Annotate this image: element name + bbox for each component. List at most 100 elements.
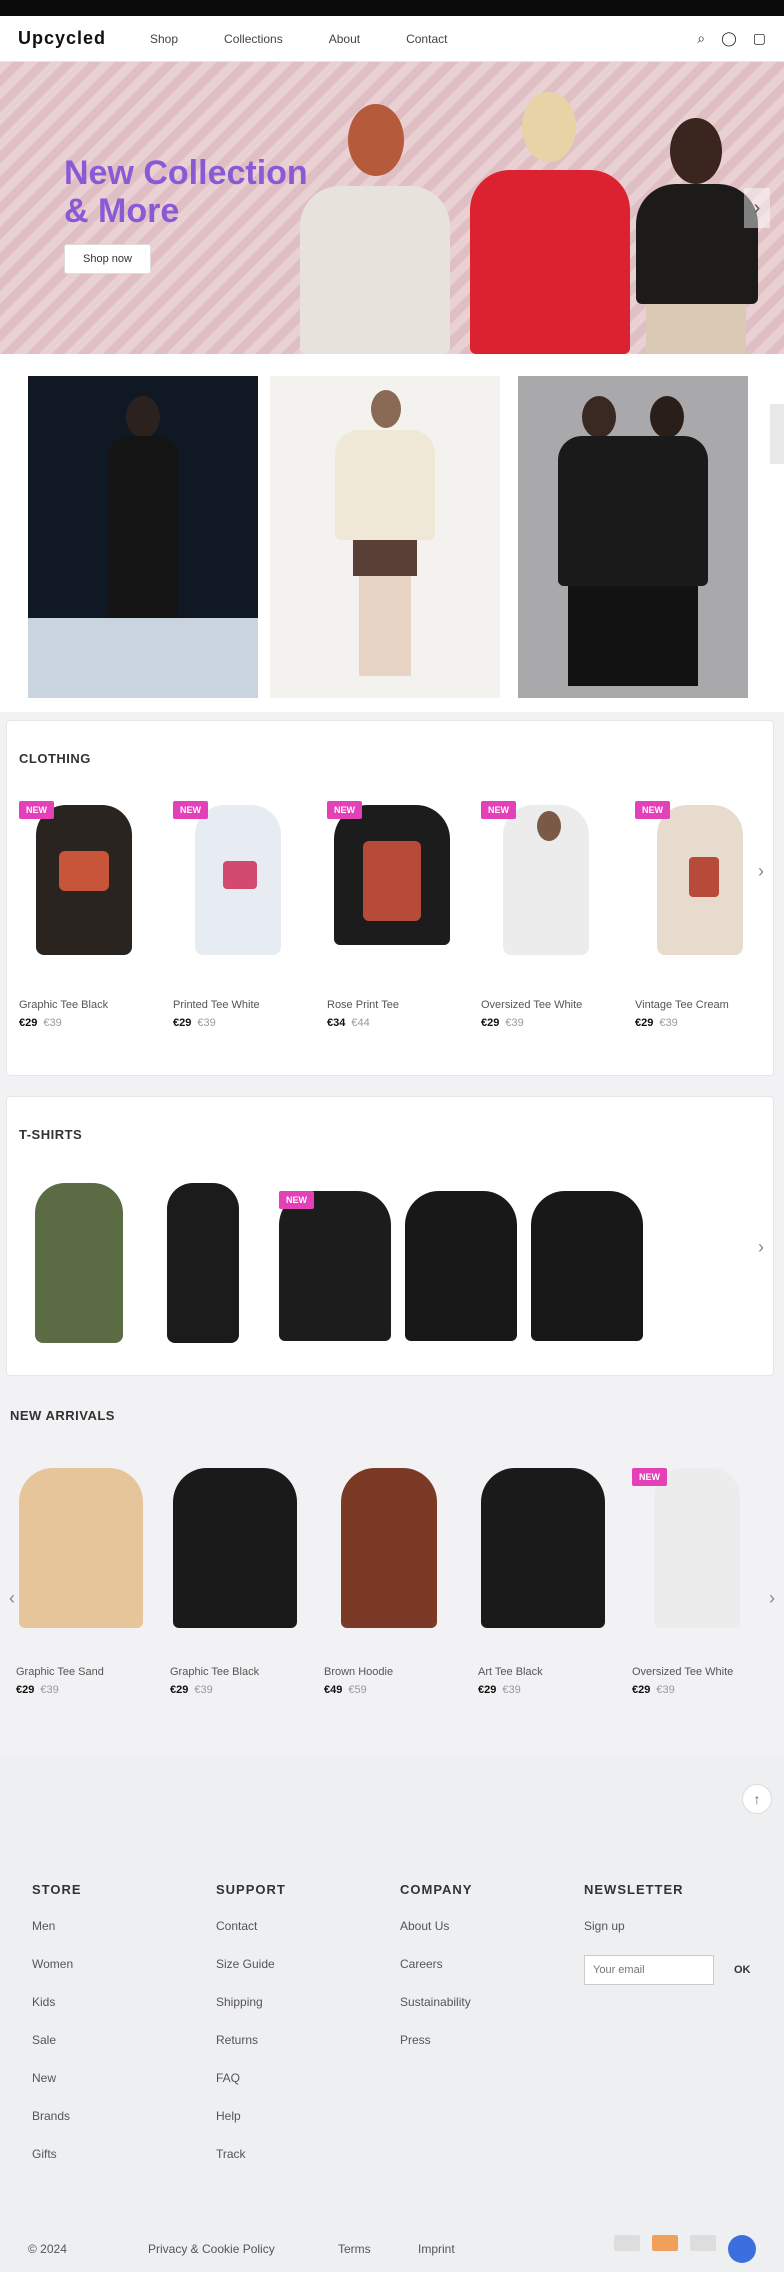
chat-icon[interactable] — [728, 2235, 756, 2263]
nav-link-about[interactable]: About — [329, 32, 360, 46]
category-card-1[interactable] — [28, 376, 258, 698]
chevron-right-icon[interactable]: › — [751, 1237, 771, 1257]
footer-link[interactable]: Gifts — [32, 2145, 82, 2183]
section-new-arrivals: NEW ARRIVALS ‹ Graphic Tee Sand €29 €39 G… — [0, 1408, 784, 1748]
section-title-clothing: CLOTHING — [19, 751, 91, 766]
section-title-new-arrivals: NEW ARRIVALS — [10, 1408, 115, 1423]
product-name[interactable]: Oversized Tee White — [481, 999, 611, 1011]
search-icon[interactable]: ⌕ — [697, 30, 705, 47]
product-name[interactable]: Graphic Tee Black — [170, 1666, 300, 1678]
payment-icon — [614, 2235, 640, 2251]
product-card[interactable]: Graphic Tee Sand €29 €39 — [16, 1468, 146, 1696]
product-name[interactable]: Brown Hoodie — [324, 1666, 454, 1678]
product-price: €49 €59 — [324, 1684, 367, 1696]
product-thumb[interactable] — [167, 1183, 239, 1343]
cart-icon[interactable]: ▢ — [753, 30, 766, 47]
payment-icon — [690, 2235, 716, 2251]
newsletter-text: Sign up — [584, 1919, 625, 1933]
product-name[interactable]: Graphic Tee Sand — [16, 1666, 146, 1678]
footer-col-support: SUPPORT Contact Size Guide Shipping Retu… — [216, 1882, 286, 2183]
product-name[interactable]: Rose Print Tee — [327, 999, 457, 1011]
footer-link[interactable]: Sale — [32, 2031, 82, 2069]
section-title-tshirts: T-SHIRTS — [19, 1127, 83, 1142]
footer-link[interactable]: Sustainability — [400, 1993, 472, 2031]
newsletter-submit-button[interactable]: OK — [734, 1964, 751, 1976]
footer-link[interactable]: Track — [216, 2145, 286, 2183]
terms-link[interactable]: Terms — [338, 2242, 418, 2256]
product-card[interactable]: NEW Vintage Tee Cream €29 €39 — [635, 801, 765, 1029]
chevron-right-icon[interactable]: › — [762, 1588, 782, 1608]
newsletter-email-input[interactable] — [584, 1955, 714, 1985]
site-logo[interactable]: Upcycled — [18, 28, 110, 49]
product-card[interactable]: NEW Oversized Tee White €29 €39 — [481, 801, 611, 1029]
footer-heading: STORE — [32, 1882, 82, 1897]
product-card[interactable]: NEW Printed Tee White €29 €39 — [173, 801, 303, 1029]
product-price: €29 €39 — [16, 1684, 59, 1696]
footer-link[interactable]: Men — [32, 1917, 82, 1955]
product-price: €29 €39 — [170, 1684, 213, 1696]
product-name[interactable]: Oversized Tee White — [632, 1666, 762, 1678]
footer-link[interactable]: Kids — [32, 1993, 82, 2031]
carousel-edge-next[interactable] — [770, 404, 784, 464]
product-price: €29 €39 — [635, 1017, 678, 1029]
product-thumb[interactable] — [531, 1191, 643, 1341]
footer-link[interactable]: Returns — [216, 2031, 286, 2069]
nav-link-collections[interactable]: Collections — [224, 32, 283, 46]
scroll-top-icon[interactable]: ↑ — [742, 1784, 772, 1814]
footer-link[interactable]: Shipping — [216, 1993, 286, 2031]
product-name[interactable]: Graphic Tee Black — [19, 999, 149, 1011]
product-price: €29 €39 — [478, 1684, 521, 1696]
product-thumb[interactable] — [279, 1191, 391, 1341]
hero-model-red — [470, 74, 630, 354]
product-card[interactable]: NEW Rose Print Tee €34 €44 — [327, 801, 457, 1029]
footer-col-company: COMPANY About Us Careers Sustainability … — [400, 1882, 472, 2069]
user-icon[interactable]: ◯ — [721, 30, 737, 47]
imprint-link[interactable]: Imprint — [418, 2242, 528, 2256]
product-name[interactable]: Vintage Tee Cream — [635, 999, 765, 1011]
footer-link[interactable]: Contact — [216, 1917, 286, 1955]
new-badge: NEW — [279, 1191, 314, 1209]
footer-link[interactable]: About Us — [400, 1917, 472, 1955]
hero-model-cream — [300, 94, 450, 354]
footer-bottom-bar: © 2024 Privacy & Cookie Policy Terms Imp… — [0, 2226, 784, 2272]
new-badge: NEW — [632, 1468, 667, 1486]
main-nav: Upcycled Shop Collections About Contact … — [0, 16, 784, 62]
footer-col-newsletter: NEWSLETTER Sign up OK — [584, 1882, 751, 1985]
footer-link[interactable]: Press — [400, 2031, 472, 2069]
hero-banner: New Collection & More Shop now › — [0, 62, 784, 354]
nav-link-contact[interactable]: Contact — [406, 32, 447, 46]
product-price: €29 €39 — [173, 1017, 216, 1029]
footer-link[interactable]: New — [32, 2069, 82, 2107]
product-price: €34 €44 — [327, 1017, 370, 1029]
footer-link[interactable]: Careers — [400, 1955, 472, 1993]
footer-col-store: STORE Men Women Kids Sale New Brands Gif… — [32, 1882, 82, 2183]
product-card[interactable]: Graphic Tee Black €29 €39 — [170, 1468, 300, 1696]
footer-link[interactable]: Help — [216, 2107, 286, 2145]
hero-shop-button[interactable]: Shop now — [64, 244, 151, 274]
product-card[interactable]: Brown Hoodie €49 €59 — [324, 1468, 454, 1696]
footer-link[interactable]: Women — [32, 1955, 82, 1993]
hero-next-arrow[interactable]: › — [744, 188, 770, 228]
product-price: €29 €39 — [481, 1017, 524, 1029]
new-badge: NEW — [635, 801, 670, 819]
category-card-3[interactable] — [518, 376, 748, 698]
product-thumb[interactable] — [405, 1191, 517, 1341]
section-clothing: CLOTHING NEW Graphic Tee Black €29 €39 NE… — [6, 720, 774, 1076]
product-name[interactable]: Art Tee Black — [478, 1666, 608, 1678]
new-badge: NEW — [19, 801, 54, 819]
product-card[interactable]: Art Tee Black €29 €39 — [478, 1468, 608, 1696]
footer-link[interactable]: Brands — [32, 2107, 82, 2145]
privacy-link[interactable]: Privacy & Cookie Policy — [148, 2242, 338, 2256]
footer-link[interactable]: Size Guide — [216, 1955, 286, 1993]
product-name[interactable]: Printed Tee White — [173, 999, 303, 1011]
product-thumb[interactable] — [35, 1183, 123, 1343]
footer-link[interactable]: FAQ — [216, 2069, 286, 2107]
category-card-2[interactable] — [270, 376, 500, 698]
chevron-right-icon[interactable]: › — [751, 861, 771, 881]
product-card[interactable]: NEW Oversized Tee White €29 €39 — [632, 1468, 762, 1696]
product-card[interactable]: NEW Graphic Tee Black €29 €39 — [19, 801, 149, 1029]
payment-icon — [652, 2235, 678, 2251]
browser-top-bar — [0, 0, 784, 16]
nav-link-shop[interactable]: Shop — [150, 32, 178, 46]
payment-icons — [614, 2235, 756, 2263]
